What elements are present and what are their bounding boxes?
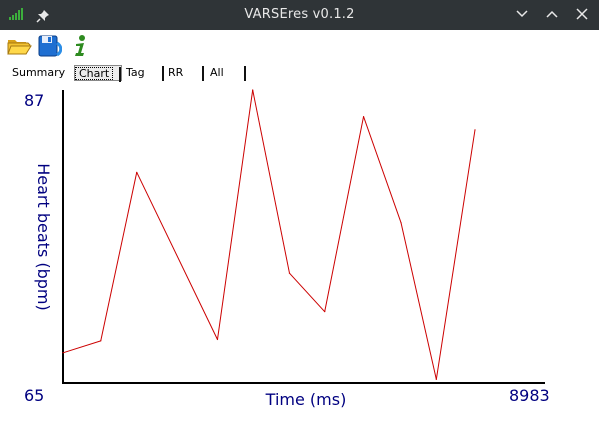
data-point (324, 311, 326, 313)
info-button[interactable] (68, 33, 94, 59)
series-line-segment (435, 129, 476, 380)
data-point (252, 89, 254, 91)
disk-icon (38, 35, 62, 57)
tab-summary[interactable]: Summary (8, 65, 69, 81)
tab-bar: Summary Chart Tag RR All (0, 64, 599, 82)
series-line-segment (363, 116, 402, 223)
data-point (400, 222, 402, 224)
folder-open-icon (7, 40, 32, 55)
window-title: VARSEres v0.1.2 (244, 7, 355, 22)
series-line-segment (216, 89, 254, 340)
y-axis-label: Heart beats (bpm) (34, 163, 53, 311)
data-point (216, 338, 219, 341)
open-folder-button[interactable] (6, 33, 32, 59)
tab-tag[interactable]: Tag (122, 65, 164, 81)
tab-all[interactable]: All (206, 65, 246, 81)
minimize-chevron-icon[interactable] (513, 5, 531, 23)
heart-rate-chart: 87 65 8983 Time (ms) Heart beats (bpm) (24, 89, 550, 409)
toolbar (0, 30, 599, 62)
series-line-segment (62, 340, 101, 354)
data-point (100, 340, 102, 342)
maximize-chevron-icon[interactable] (543, 5, 561, 23)
data-point (474, 129, 476, 131)
series-line-segment (324, 116, 365, 312)
series-line-segment (400, 222, 437, 380)
y-tick-label-max: 87 (24, 91, 44, 110)
app-window: VARSEres v0.1.2 Summary Chart Tag RR All… (0, 0, 599, 435)
tab-chart-label: Chart (75, 67, 114, 80)
info-icon (75, 35, 85, 56)
close-icon[interactable] (573, 5, 591, 23)
data-point (362, 115, 365, 118)
tab-tag-label: Tag (126, 66, 145, 79)
series-line-segment (100, 172, 138, 341)
series-line-segment (289, 272, 326, 312)
chart-panel: 87 65 8983 Time (ms) Heart beats (bpm) (0, 82, 599, 435)
tab-rr[interactable]: RR (164, 65, 204, 81)
series-line-segment (136, 172, 218, 340)
data-point (288, 272, 291, 274)
y-tick-label-min: 65 (24, 386, 44, 405)
tab-all-label: All (210, 66, 224, 79)
data-point (136, 171, 138, 173)
data-point (62, 352, 64, 354)
tab-chart[interactable]: Chart (74, 65, 122, 82)
x-tick-label-max: 8983 (509, 386, 550, 405)
tab-rr-label: RR (168, 66, 184, 79)
save-disk-button[interactable] (36, 33, 62, 59)
series-layer (62, 89, 476, 380)
x-axis-label: Time (ms) (265, 390, 347, 409)
series-line-segment (252, 89, 290, 274)
tab-summary-label: Summary (12, 66, 66, 79)
data-point (435, 378, 437, 380)
title-bar[interactable]: VARSEres v0.1.2 (0, 0, 599, 30)
